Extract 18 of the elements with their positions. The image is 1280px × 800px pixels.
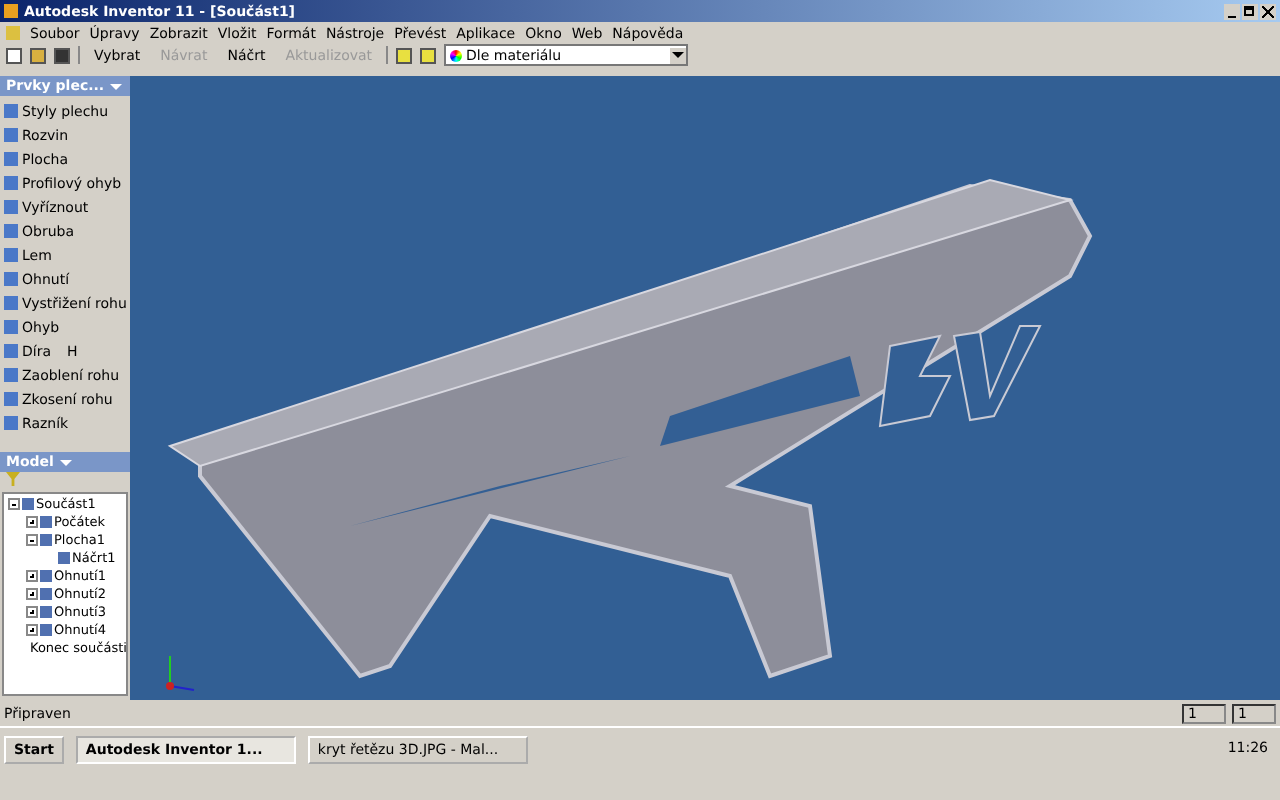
expand-toggle[interactable] (26, 587, 38, 599)
expand-toggle[interactable] (26, 605, 38, 617)
expand-toggle[interactable] (26, 623, 38, 635)
dropdown-arrow-icon[interactable] (59, 459, 72, 465)
axis-triad-icon (166, 655, 195, 691)
app-icon (4, 4, 18, 18)
minimize-button[interactable] (1224, 3, 1240, 19)
maximize-button[interactable] (1242, 3, 1258, 19)
3d-viewport[interactable] (130, 76, 1280, 700)
expand-toggle[interactable] (26, 515, 38, 527)
dropdown-arrow-icon (670, 47, 687, 63)
expand-toggle[interactable] (26, 569, 38, 581)
dropdown-arrow-icon[interactable] (110, 83, 123, 89)
document-icon (6, 26, 20, 40)
color-wheel-icon (450, 49, 463, 61)
close-button[interactable] (1260, 3, 1276, 19)
expand-toggle[interactable] (8, 497, 20, 509)
expand-toggle[interactable] (26, 533, 38, 545)
